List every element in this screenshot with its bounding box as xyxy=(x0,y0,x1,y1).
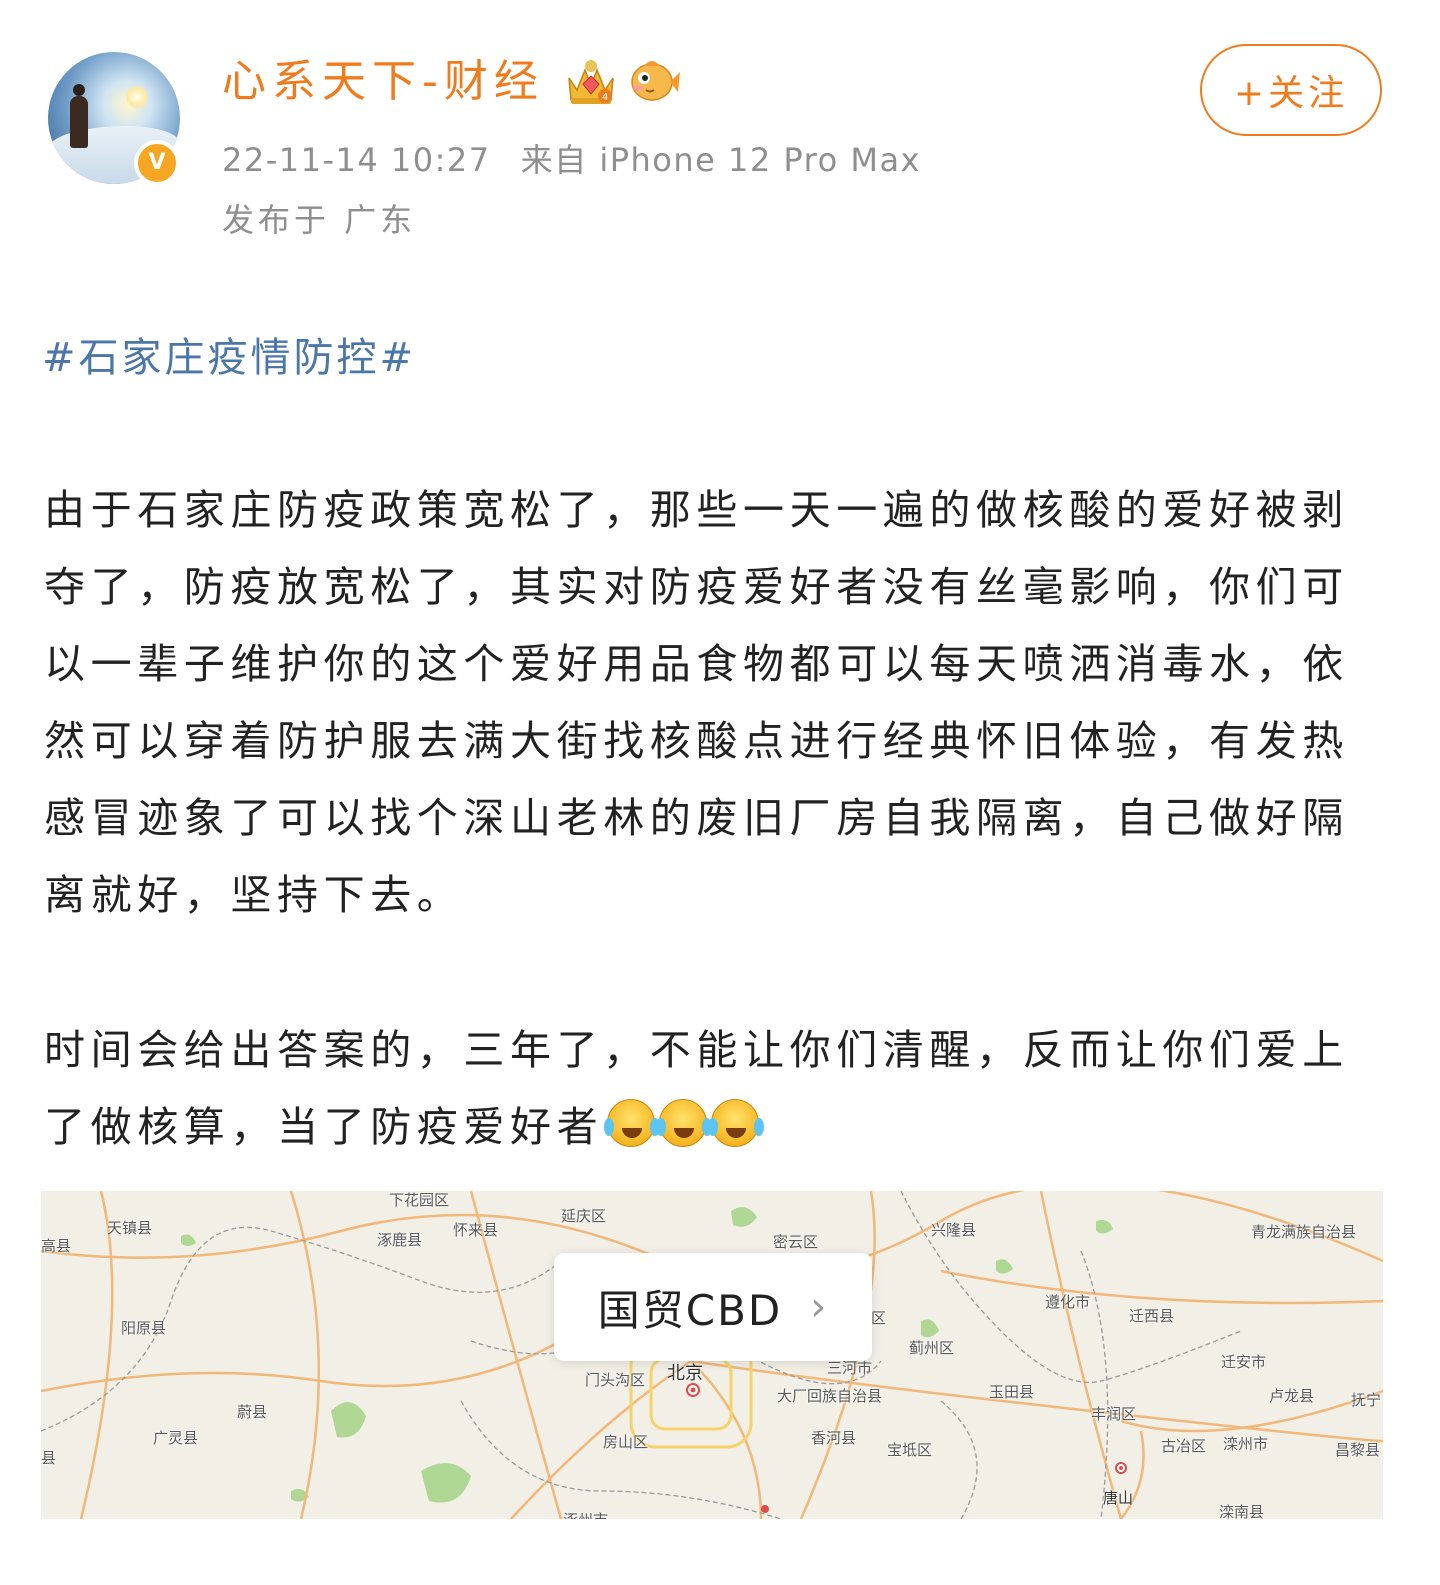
map-label: 兴隆县 xyxy=(931,1221,977,1239)
map-label: 怀来县 xyxy=(453,1221,499,1239)
map-label: 区 xyxy=(871,1309,887,1327)
map-label: 房山区 xyxy=(603,1433,649,1451)
map-label: 唐山 xyxy=(1103,1489,1134,1507)
svg-text:4: 4 xyxy=(602,92,608,103)
map-label: 大厂回族自治县 xyxy=(777,1387,883,1405)
map-label: 宝坻区 xyxy=(887,1441,933,1459)
laugh-cry-emoji xyxy=(604,1099,656,1147)
map-label: 阳原县 xyxy=(121,1319,167,1337)
chevron-right-icon: › xyxy=(810,1284,829,1330)
map-label: 涿鹿县 xyxy=(377,1231,423,1249)
post-timestamp: 22-11-14 10:27 xyxy=(222,141,491,179)
post-source: 来自 iPhone 12 Pro Max xyxy=(520,141,921,179)
map-label: 县 xyxy=(41,1449,57,1467)
map-poi-card[interactable]: 国贸CBD › xyxy=(554,1253,872,1361)
map-label-beijing: 北京 xyxy=(667,1363,703,1384)
map-label: 延庆区 xyxy=(561,1207,607,1225)
map-label: 昌黎县 xyxy=(1335,1441,1381,1459)
map-label: 蓟州区 xyxy=(909,1339,955,1357)
map-label: 迁安市 xyxy=(1221,1353,1267,1371)
map-label: 玉田县 xyxy=(989,1383,1035,1401)
map-label: 天镇县 xyxy=(107,1219,153,1237)
map-label: 滦南县 xyxy=(1219,1503,1265,1519)
crown-level-icon: 4 xyxy=(568,60,614,104)
map-label: 门头沟区 xyxy=(585,1371,646,1389)
map-label: 广灵县 xyxy=(153,1429,199,1447)
verified-badge-icon: V xyxy=(134,140,180,186)
map-label: 高县 xyxy=(41,1237,72,1255)
author-name[interactable]: 心系天下-财经 xyxy=(222,52,544,112)
fish-icon xyxy=(631,61,680,101)
post-paragraph-1: 由于石家庄防疫政策宽松了，那些一天一遍的做核酸的爱好被剥夺了，防疫放宽松了，其实… xyxy=(44,486,1349,919)
map-label: 蔚县 xyxy=(237,1403,268,1421)
map-label: 卢龙县 xyxy=(1269,1387,1315,1405)
poi-name: 国贸CBD xyxy=(597,1285,783,1335)
post-paragraph-2: 时间会给出答案的，三年了，不能让你们清醒，反而让你们爱上了做核算，当了防疫爱好者 xyxy=(44,1012,1364,1166)
map-label: 遵化市 xyxy=(1045,1293,1091,1311)
post-location: 发布于 广东 xyxy=(222,201,417,239)
post-meta: 22-11-14 10:27 来自 iPhone 12 Pro Max xyxy=(222,138,951,182)
map-label: 青龙满族自治县 xyxy=(1251,1223,1357,1241)
map-label: 下花园区 xyxy=(389,1191,450,1209)
map-label: 抚宁 xyxy=(1351,1391,1382,1409)
location-map[interactable]: 下花园区 延庆区 天镇县 怀来县 涿鹿县 密云区 兴隆县 青龙满族自治县 高县 … xyxy=(41,1191,1383,1519)
avatar-person xyxy=(70,84,88,148)
laugh-cry-emoji xyxy=(708,1099,760,1147)
map-label: 古冶区 xyxy=(1161,1437,1207,1455)
map-label: 滦州市 xyxy=(1223,1435,1269,1453)
map-label: 香河县 xyxy=(811,1429,857,1447)
map-label: 丰润区 xyxy=(1091,1405,1137,1423)
follow-button[interactable]: +关注 xyxy=(1200,44,1382,136)
avatar-sun xyxy=(126,86,148,108)
map-label: 涿州市 xyxy=(563,1509,608,1519)
map-label: 迁西县 xyxy=(1129,1307,1175,1325)
hashtag-link[interactable]: #石家庄疫情防控# xyxy=(42,330,416,386)
map-label: 密云区 xyxy=(773,1233,819,1251)
laugh-cry-emoji xyxy=(656,1099,708,1147)
